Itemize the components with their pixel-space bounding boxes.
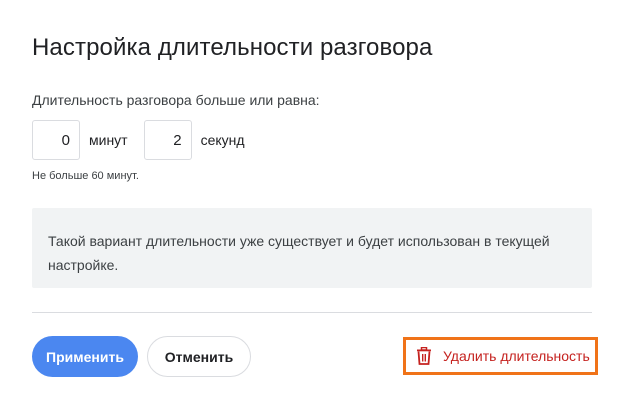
divider bbox=[32, 312, 592, 313]
duplicate-notice: Такой вариант длительности уже существуе… bbox=[32, 208, 592, 288]
trash-icon bbox=[416, 347, 432, 365]
delete-duration-button[interactable]: Удалить длительность bbox=[403, 337, 598, 375]
duration-label: Длительность разговора больше или равна: bbox=[32, 92, 320, 108]
seconds-unit-label: секунд bbox=[200, 132, 245, 148]
dialog-title: Настройка длительности разговора bbox=[32, 34, 433, 61]
duration-settings-dialog: Настройка длительности разговора Длитель… bbox=[0, 0, 624, 409]
max-duration-hint: Не больше 60 минут. bbox=[32, 170, 139, 182]
apply-button[interactable]: Применить bbox=[32, 336, 138, 377]
minutes-unit-label: минут bbox=[89, 132, 128, 148]
delete-duration-label: Удалить длительность bbox=[443, 348, 590, 364]
seconds-input[interactable] bbox=[143, 120, 192, 160]
duration-inputs-row: минут секунд bbox=[32, 120, 245, 160]
cancel-button[interactable]: Отменить bbox=[147, 336, 251, 377]
minutes-input[interactable] bbox=[32, 120, 80, 160]
